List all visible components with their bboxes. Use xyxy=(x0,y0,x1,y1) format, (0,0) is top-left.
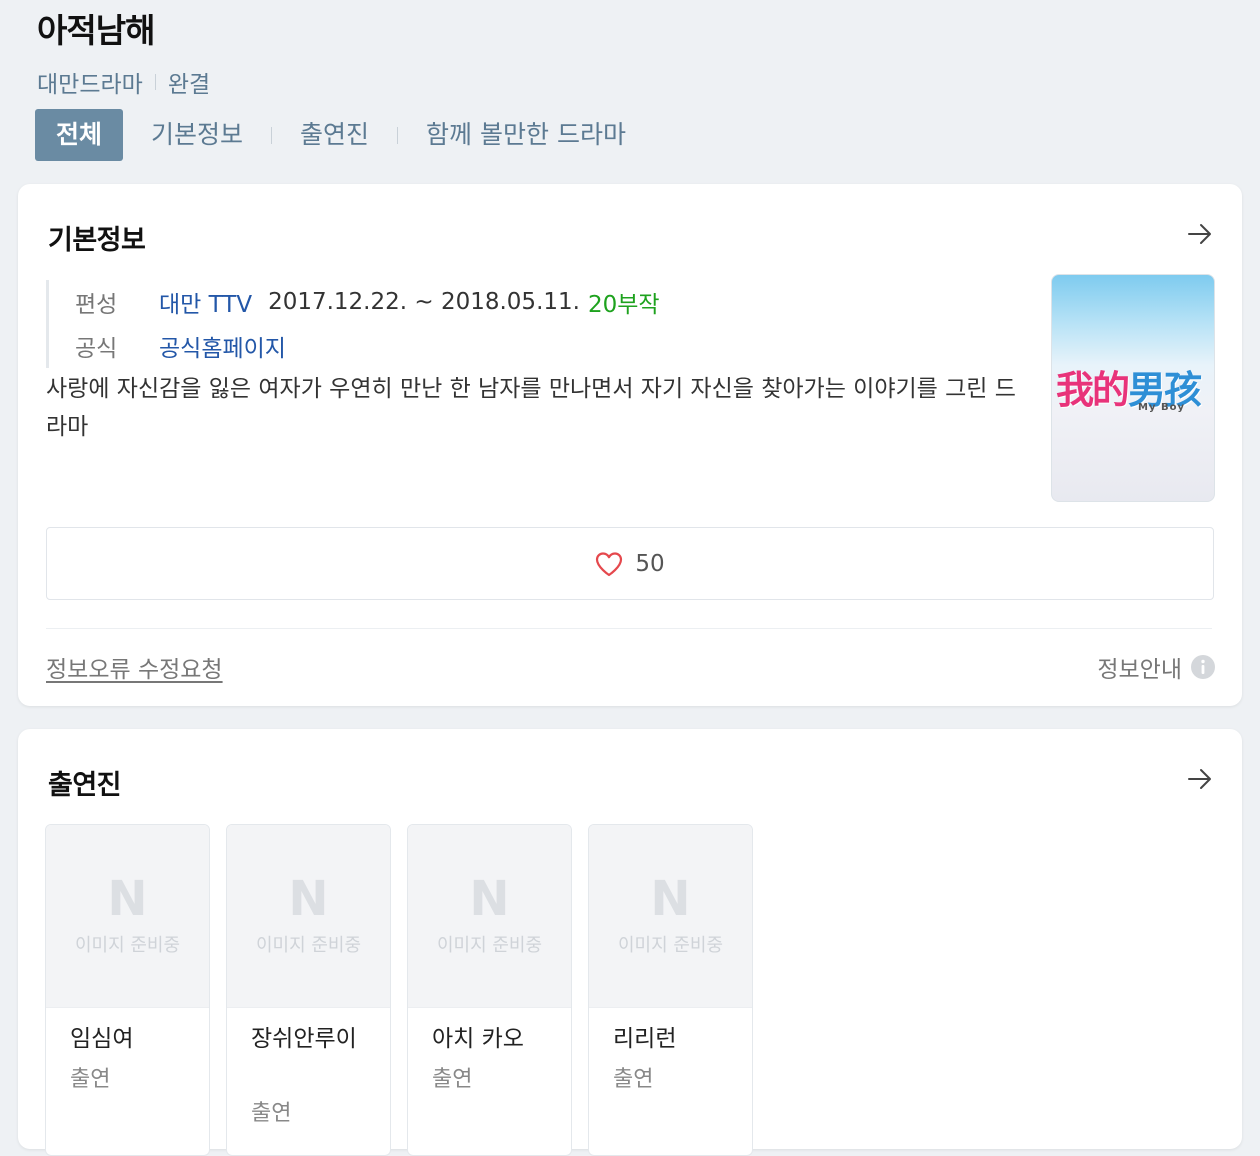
cast-name: 리리런 xyxy=(613,1026,677,1052)
divider xyxy=(46,628,1212,629)
cast-member-card[interactable]: N 이미지 준비중 아치 카오 출연 xyxy=(407,824,572,1156)
image-placeholder-text: 이미지 준비중 xyxy=(74,935,181,956)
cast-photo-placeholder: N 이미지 준비중 xyxy=(589,825,752,1008)
cast-role: 출연 xyxy=(613,1067,654,1092)
cast-role: 출연 xyxy=(432,1067,473,1092)
cast-name: 아치 카오 xyxy=(432,1026,524,1052)
like-button[interactable]: 50 xyxy=(46,527,1214,600)
image-placeholder-text: 이미지 준비중 xyxy=(255,935,362,956)
tab-basic-info[interactable]: 기본정보 xyxy=(123,109,271,161)
status-text: 완결 xyxy=(167,72,211,98)
cast-photo-placeholder: N 이미지 준비중 xyxy=(408,825,571,1008)
cast-role: 출연 xyxy=(70,1067,111,1092)
poster-subtitle: My Boy xyxy=(1138,402,1185,413)
naver-logo-icon: N xyxy=(107,871,148,927)
episode-count: 20부작 xyxy=(587,292,660,318)
naver-logo-icon: N xyxy=(650,871,691,927)
naver-logo-icon: N xyxy=(288,871,329,927)
cast-title[interactable]: 출연진 xyxy=(48,763,122,802)
info-guide[interactable]: 정보안내 xyxy=(1097,650,1216,684)
like-inner: 50 xyxy=(595,550,665,577)
image-placeholder-text: 이미지 준비중 xyxy=(436,935,543,956)
synopsis: 사랑에 자신감을 잃은 여자가 우연히 만난 한 남자를 만나면서 자기 자신을… xyxy=(46,376,1016,440)
official-homepage-link[interactable]: 공식홈페이지 xyxy=(159,329,286,363)
cast-member-card[interactable]: N 이미지 준비중 장쉬안루이 출연 xyxy=(226,824,391,1156)
cast-name: 임심여 xyxy=(70,1026,134,1052)
tab-bar: 전체 기본정보 출연진 함께 볼만한 드라마 xyxy=(35,109,654,161)
page-title: 아적남해 xyxy=(37,11,155,50)
tab-cast[interactable]: 출연진 xyxy=(272,109,397,161)
sub-info: 대만드라마 완결 xyxy=(37,65,210,99)
cast-card: 출연진 N 이미지 준비중 임심여 출연 N 이미지 준비중 장쉬안루이 출연 … xyxy=(18,729,1242,1156)
page-header: 아적남해 대만드라마 완결 xyxy=(37,8,1237,98)
info-guide-label: 정보안내 xyxy=(1097,657,1182,683)
arrow-right-icon[interactable] xyxy=(1186,220,1214,248)
cast-list: N 이미지 준비중 임심여 출연 N 이미지 준비중 장쉬안루이 출연 N 이미… xyxy=(45,824,769,1156)
heart-icon xyxy=(596,551,623,576)
cast-photo-placeholder: N 이미지 준비중 xyxy=(46,825,209,1008)
tab-related-dramas[interactable]: 함께 볼만한 드라마 xyxy=(398,109,654,161)
broadcast-row: 편성 대만 TTV 2017.12.22. ~ 2018.05.11. 20부작 xyxy=(75,280,660,324)
broadcast-label: 편성 xyxy=(75,292,118,318)
divider xyxy=(154,74,156,90)
basic-info-card: 기본정보 편성 대만 TTV 2017.12.22. ~ 2018.05.11.… xyxy=(18,184,1242,706)
broadcast-period: 2017.12.22. ~ 2018.05.11. xyxy=(268,289,580,315)
info-icon xyxy=(1191,655,1215,679)
basic-info-title[interactable]: 기본정보 xyxy=(48,218,146,257)
image-placeholder-text: 이미지 준비중 xyxy=(617,935,724,956)
like-count: 50 xyxy=(635,550,665,577)
cast-member-card[interactable]: N 이미지 준비중 리리런 출연 xyxy=(588,824,753,1156)
broadcaster-link[interactable]: 대만 TTV xyxy=(159,285,252,319)
meta-info: 편성 대만 TTV 2017.12.22. ~ 2018.05.11. 20부작… xyxy=(46,280,660,368)
poster-title-pink: 我的 xyxy=(1056,368,1130,412)
cast-photo-placeholder: N 이미지 준비중 xyxy=(227,825,390,1008)
arrow-right-icon[interactable] xyxy=(1186,765,1214,793)
official-label: 공식 xyxy=(75,336,118,362)
poster-image[interactable]: 我的男孩 My Boy xyxy=(1051,274,1215,502)
cast-member-card[interactable]: N 이미지 준비중 임심여 출연 xyxy=(45,824,210,1156)
tab-all[interactable]: 전체 xyxy=(35,109,124,161)
report-error-link[interactable]: 정보오류 수정요청 xyxy=(46,650,223,684)
naver-logo-icon: N xyxy=(469,871,510,927)
genre-link[interactable]: 대만드라마 xyxy=(37,65,143,99)
official-row: 공식 공식홈페이지 xyxy=(75,324,660,368)
cast-name: 장쉬안루이 xyxy=(251,1026,357,1052)
cast-role: 출연 xyxy=(251,1101,292,1126)
